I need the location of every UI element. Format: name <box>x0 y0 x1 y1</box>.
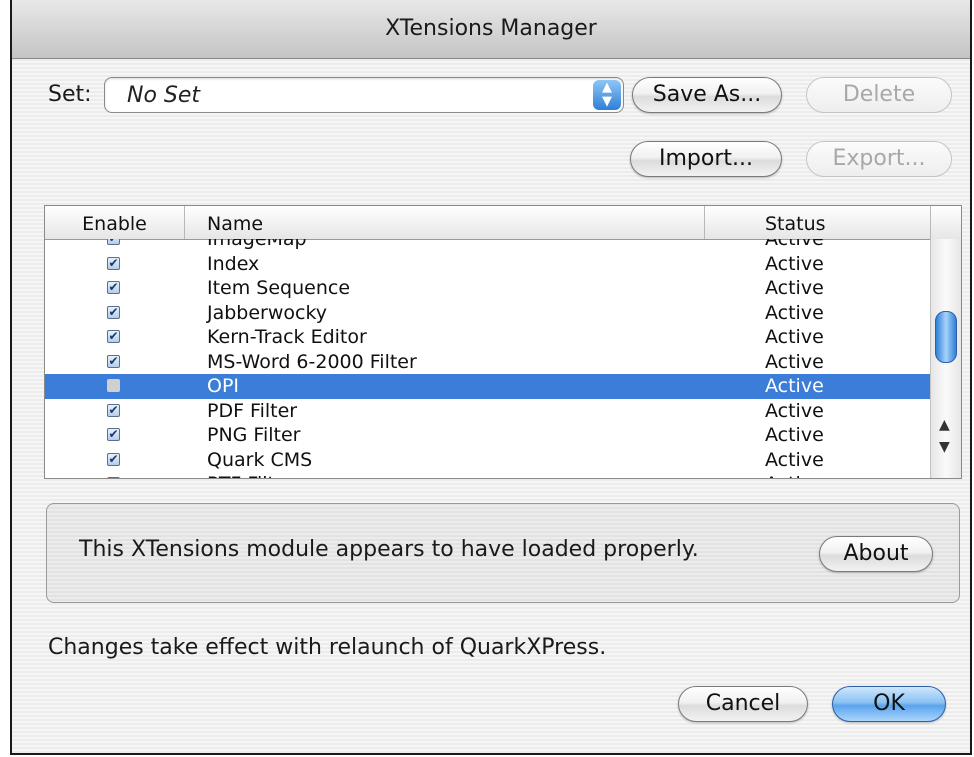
table-row[interactable]: ✔ Item Sequence Active <box>45 276 931 301</box>
table-header: Enable Name Status <box>45 206 961 240</box>
enable-checkbox[interactable]: ✔ <box>107 281 120 294</box>
row-name: OPI <box>207 375 240 397</box>
import-button[interactable]: Import... <box>630 141 782 177</box>
cancel-button[interactable]: Cancel <box>678 686 808 722</box>
row-name: MS-Word 6-2000 Filter <box>207 350 417 373</box>
row-status: Active <box>765 375 824 397</box>
set-label: Set: <box>48 82 92 107</box>
row-status: Active <box>765 252 824 275</box>
window-title: XTensions Manager <box>12 0 970 59</box>
row-name: Jabberwocky <box>207 301 328 324</box>
enable-checkbox[interactable] <box>107 379 120 392</box>
row-name: ImageMap <box>207 239 307 250</box>
table-row[interactable]: ✔ Quark CMS Active <box>45 448 931 473</box>
row-status: Active <box>765 448 824 471</box>
vertical-scrollbar[interactable]: ▲ ▼ <box>930 239 961 478</box>
row-status: Active <box>765 326 824 348</box>
module-status-message: This XTensions module appears to have lo… <box>79 537 699 562</box>
row-name: Kern-Track Editor <box>207 326 367 348</box>
table-row[interactable]: ✔ Jabberwocky Active <box>45 301 931 326</box>
column-header-status[interactable]: Status <box>705 206 931 239</box>
export-button[interactable]: Export... <box>806 141 952 177</box>
row-status: Active <box>765 277 824 299</box>
row-status: Active <box>765 301 824 324</box>
popup-stepper-icon[interactable]: ▲ ▼ <box>593 80 621 110</box>
xtensions-manager-window: XTensions Manager Set: No Set ▲ ▼ Save As… <box>10 0 972 755</box>
scroll-up-arrow-icon[interactable]: ▲ <box>939 417 950 433</box>
table-row[interactable]: ✔ PDF Filter Active <box>45 399 931 424</box>
enable-checkbox[interactable]: ✔ <box>107 239 120 245</box>
table-row[interactable]: ✔ Kern-Track Editor Active <box>45 325 931 350</box>
row-name: PNG Filter <box>207 424 301 446</box>
table-row[interactable]: ✔ RTF Filter Active <box>45 472 931 478</box>
table-row[interactable]: ✔ ImageMap Active <box>45 239 931 252</box>
enable-checkbox[interactable]: ✔ <box>107 305 120 319</box>
column-header-name[interactable]: Name <box>185 206 705 239</box>
enable-checkbox[interactable]: ✔ <box>107 354 120 368</box>
table-row[interactable]: ✔ PNG Filter Active <box>45 423 931 448</box>
enable-checkbox[interactable]: ✔ <box>107 452 120 466</box>
about-button[interactable]: About <box>819 536 933 572</box>
row-name: Item Sequence <box>207 277 351 299</box>
row-name: Index <box>207 252 260 275</box>
enable-checkbox[interactable]: ✔ <box>107 403 120 417</box>
table-body: ✔ ImageMap Active ✔ Index Active ✔ Item Sequenc… <box>45 239 931 478</box>
row-status: Active <box>765 399 824 422</box>
relaunch-note: Changes take effect with relaunch of Qua… <box>48 635 607 660</box>
xtensions-table: Enable Name Status ✔ ImageMap Active ✔ Index… <box>44 205 962 479</box>
enable-checkbox[interactable]: ✔ <box>107 330 120 343</box>
set-popup[interactable]: No Set ▲ ▼ <box>104 77 624 113</box>
module-info-box: This XTensions module appears to have lo… <box>46 503 960 603</box>
save-as-button[interactable]: Save As... <box>632 77 782 113</box>
enable-checkbox[interactable]: ✔ <box>107 256 120 270</box>
table-row[interactable]: OPI Active <box>45 374 931 399</box>
table-row[interactable]: ✔ MS-Word 6-2000 Filter Active <box>45 350 931 375</box>
row-status: Active <box>765 424 824 446</box>
ok-button[interactable]: OK <box>832 686 946 722</box>
delete-button[interactable]: Delete <box>806 77 952 113</box>
enable-checkbox[interactable]: ✔ <box>107 477 120 478</box>
row-status: Active <box>765 239 824 250</box>
row-name: RTF Filter <box>207 472 294 478</box>
row-status: Active <box>765 472 824 478</box>
row-name: Quark CMS <box>207 448 313 471</box>
scroll-thumb[interactable] <box>935 311 957 363</box>
enable-checkbox[interactable]: ✔ <box>107 428 120 441</box>
row-name: PDF Filter <box>207 399 298 422</box>
row-status: Active <box>765 350 824 373</box>
column-header-enable[interactable]: Enable <box>45 206 185 239</box>
scroll-down-arrow-icon[interactable]: ▼ <box>939 439 950 455</box>
set-popup-value: No Set <box>127 83 201 108</box>
table-row[interactable]: ✔ Index Active <box>45 252 931 277</box>
